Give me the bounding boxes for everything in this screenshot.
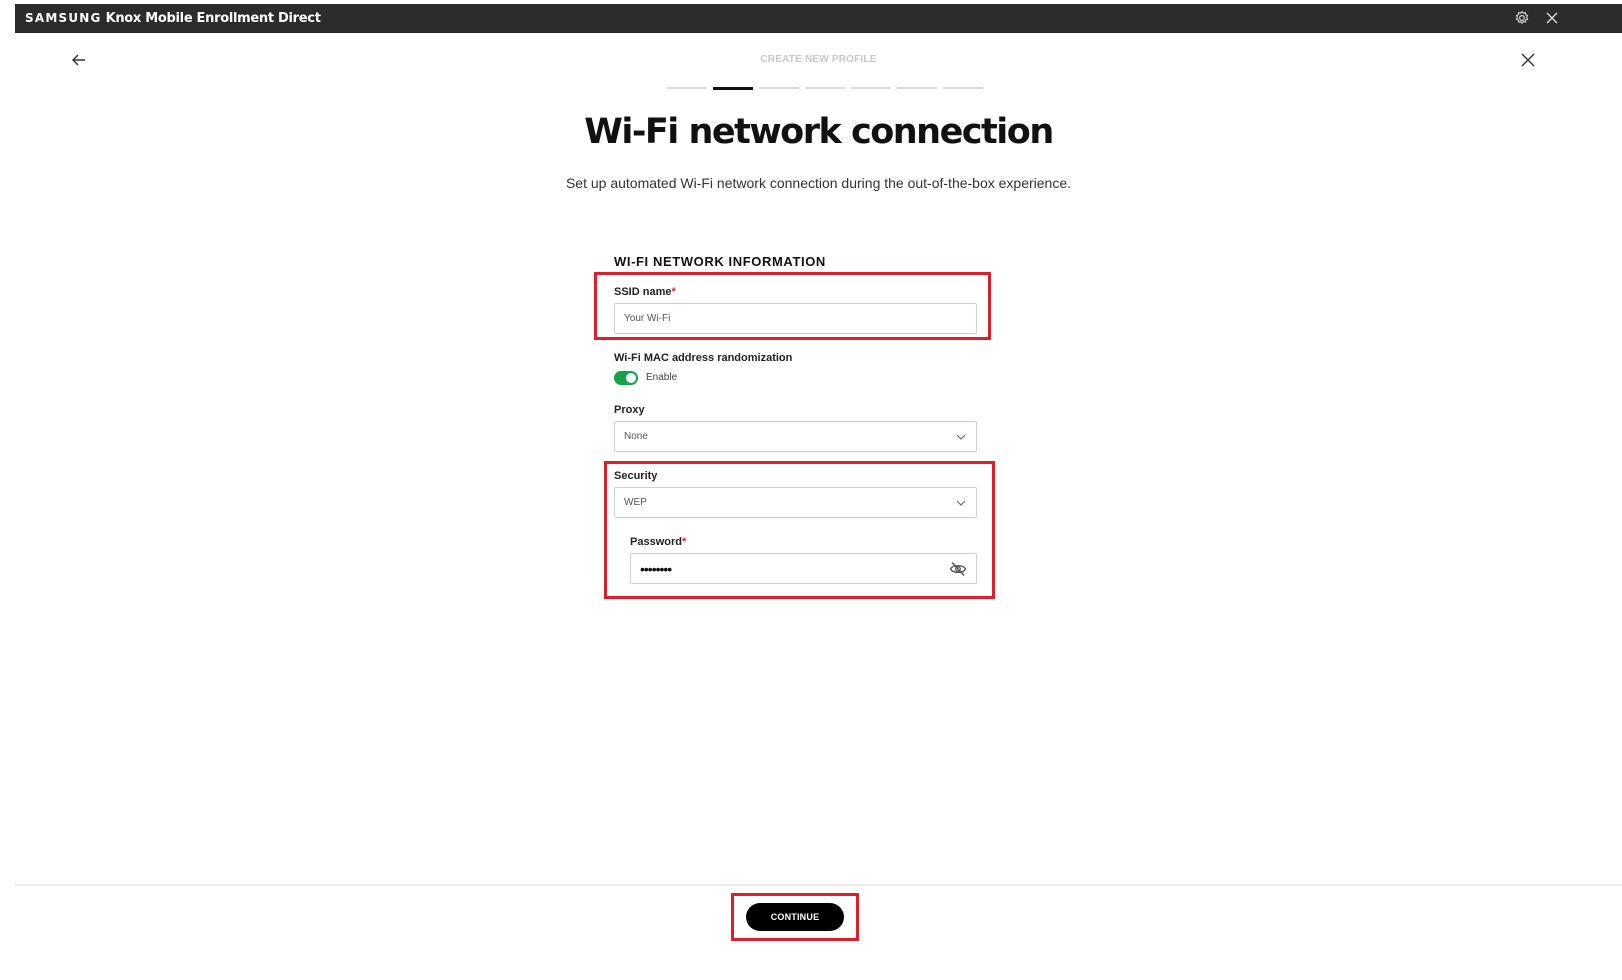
eye-off-icon[interactable] bbox=[949, 561, 967, 577]
mac-randomization-label: Wi-Fi MAC address randomization bbox=[614, 352, 793, 364]
step-segment bbox=[805, 87, 845, 89]
footer-divider bbox=[15, 884, 1622, 886]
mac-randomization-toggle[interactable] bbox=[614, 371, 638, 385]
ssid-value: Your Wi-Fi bbox=[624, 313, 671, 324]
app-title: Knox Mobile Enrollment Direct bbox=[105, 11, 321, 26]
app-window: SAMSUNG Knox Mobile Enrollment Direct CR… bbox=[15, 4, 1622, 980]
step-segment bbox=[667, 87, 707, 89]
proxy-value: None bbox=[624, 431, 648, 442]
continue-button[interactable]: CONTINUE bbox=[746, 903, 844, 931]
required-mark: * bbox=[671, 286, 676, 298]
gear-icon[interactable] bbox=[1514, 10, 1530, 26]
title-bar: SAMSUNG Knox Mobile Enrollment Direct bbox=[15, 4, 1622, 33]
section-heading: WI-FI NETWORK INFORMATION bbox=[614, 254, 826, 269]
proxy-select[interactable]: None bbox=[614, 421, 977, 452]
step-segment bbox=[943, 87, 983, 89]
step-segment bbox=[759, 87, 799, 89]
step-title: CREATE NEW PROFILE bbox=[760, 54, 877, 65]
password-label-text: Password bbox=[630, 536, 682, 548]
chevron-down-icon bbox=[956, 500, 966, 506]
step-segment bbox=[897, 87, 937, 89]
ssid-label-text: SSID name bbox=[614, 286, 672, 298]
toggle-label: Enable bbox=[646, 372, 678, 383]
password-label: Password* bbox=[630, 536, 686, 548]
password-input[interactable]: •••••••• bbox=[630, 553, 977, 584]
toggle-knob bbox=[626, 373, 636, 383]
ssid-label: SSID name* bbox=[614, 286, 676, 298]
security-label: Security bbox=[614, 470, 658, 482]
proxy-label: Proxy bbox=[614, 404, 645, 416]
step-segment-active bbox=[713, 87, 753, 90]
progress-stepper bbox=[667, 87, 983, 90]
window-edge bbox=[0, 0, 15, 980]
app-brand: SAMSUNG Knox Mobile Enrollment Direct bbox=[25, 11, 321, 26]
page-title: Wi-Fi network connection bbox=[584, 112, 1054, 152]
ssid-input[interactable]: Your Wi-Fi bbox=[614, 303, 977, 334]
required-mark: * bbox=[681, 536, 687, 548]
page-subtitle: Set up automated Wi-Fi network connectio… bbox=[565, 175, 1072, 191]
close-icon[interactable] bbox=[1518, 50, 1538, 70]
step-segment bbox=[851, 87, 891, 89]
security-value: WEP bbox=[624, 497, 647, 508]
chevron-down-icon bbox=[956, 434, 966, 440]
security-select[interactable]: WEP bbox=[614, 487, 977, 518]
close-icon[interactable] bbox=[1544, 10, 1560, 26]
password-value: •••••••• bbox=[640, 560, 672, 577]
samsung-logo: SAMSUNG bbox=[25, 11, 102, 25]
